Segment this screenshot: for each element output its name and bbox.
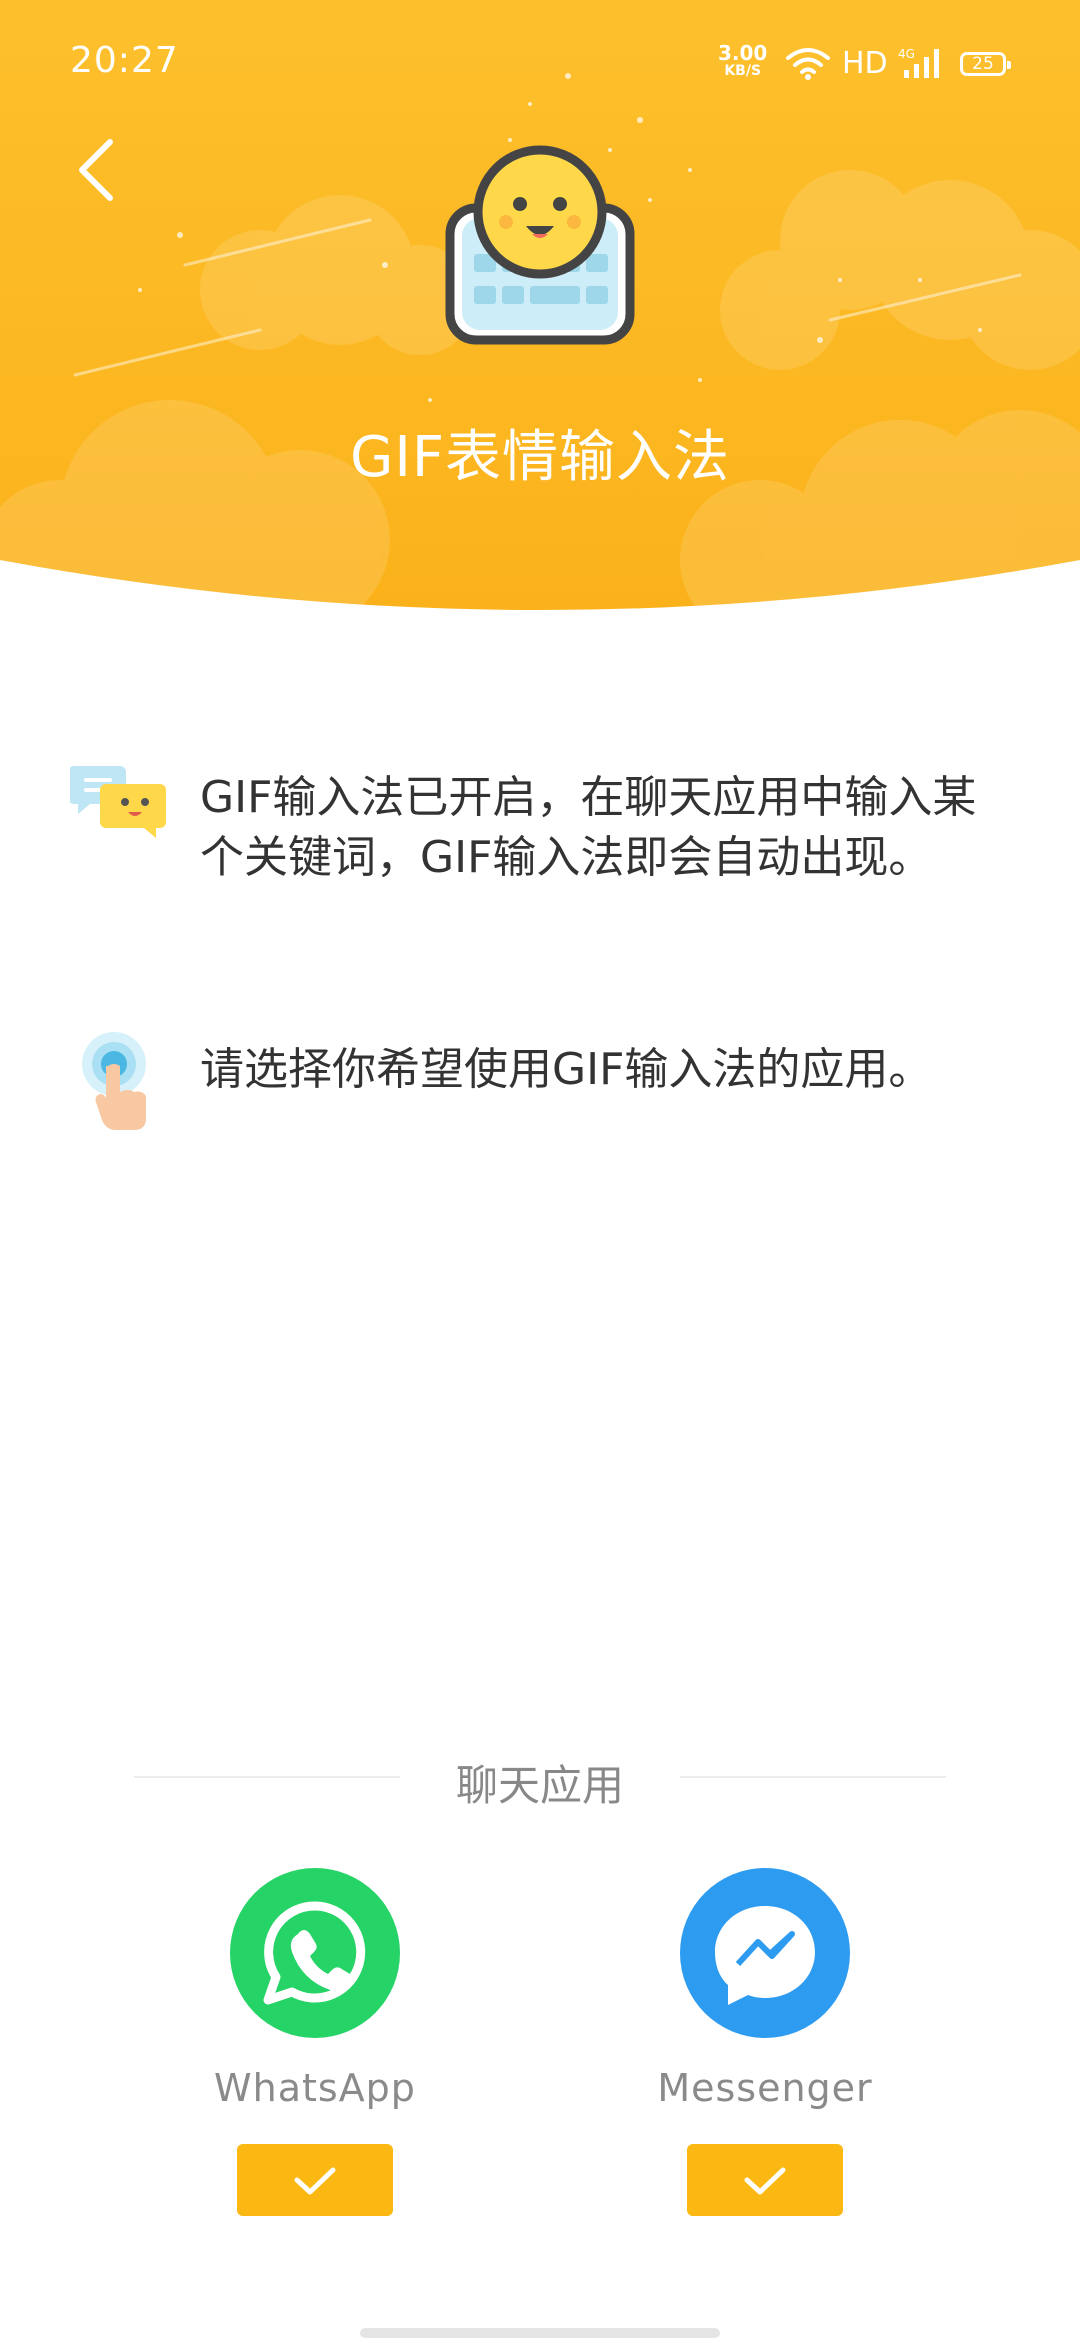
messenger-check-button[interactable] [687,2144,843,2216]
messenger-label: Messenger [657,2066,873,2110]
hd-label: HD [842,46,888,81]
network-type-label: 4G [898,47,915,61]
screen: 20:27 3.00 KB/S HD 4G 25 GIF表情输入法 GIF输入法… [0,0,1080,2340]
whatsapp-icon [263,1901,366,2005]
page-title: GIF表情输入法 [349,425,731,490]
app-whatsapp: WhatsApp [145,1868,485,2216]
app-messenger: Messenger [595,1868,935,2216]
info-text-select-app: 请选择你希望使用GIF输入法的应用。 [200,1044,933,1095]
network-speed: 3.00 KB/S [718,43,767,80]
status-time: 20:27 [70,40,179,81]
whatsapp-app-button[interactable] [230,1868,400,2038]
whatsapp-label: WhatsApp [214,2066,416,2110]
chat-bubbles-icon [70,766,166,838]
messenger-icon [715,1906,815,2005]
section-title: 聊天应用 [0,1752,1080,1813]
battery-icon: 25 [960,52,1011,76]
checkmark-icon [744,2167,786,2195]
wifi-icon [786,48,830,80]
whatsapp-check-button[interactable] [237,2144,393,2216]
tap-hand-icon [82,1032,146,1130]
emoji-keyboard-icon [445,145,635,345]
back-button[interactable] [66,130,136,210]
checkmark-icon [294,2167,336,2195]
info-text-enabled: GIF输入法已开启，在聊天应用中输入某个关键词，GIF输入法即会自动出现。 [200,772,977,883]
chevron-left-icon [79,139,113,201]
network-speed-unit: KB/S [724,63,762,79]
messenger-app-button[interactable] [680,1868,850,2038]
signal-icon: 4G [898,47,939,78]
header-banner: 20:27 3.00 KB/S HD 4G 25 GIF表情输入法 [0,0,1080,640]
battery-level: 25 [972,54,994,74]
status-bar: 20:27 3.00 KB/S HD 4G 25 [0,0,1080,130]
section-title-label: 聊天应用 [425,1761,654,1810]
home-indicator[interactable] [360,2328,720,2338]
